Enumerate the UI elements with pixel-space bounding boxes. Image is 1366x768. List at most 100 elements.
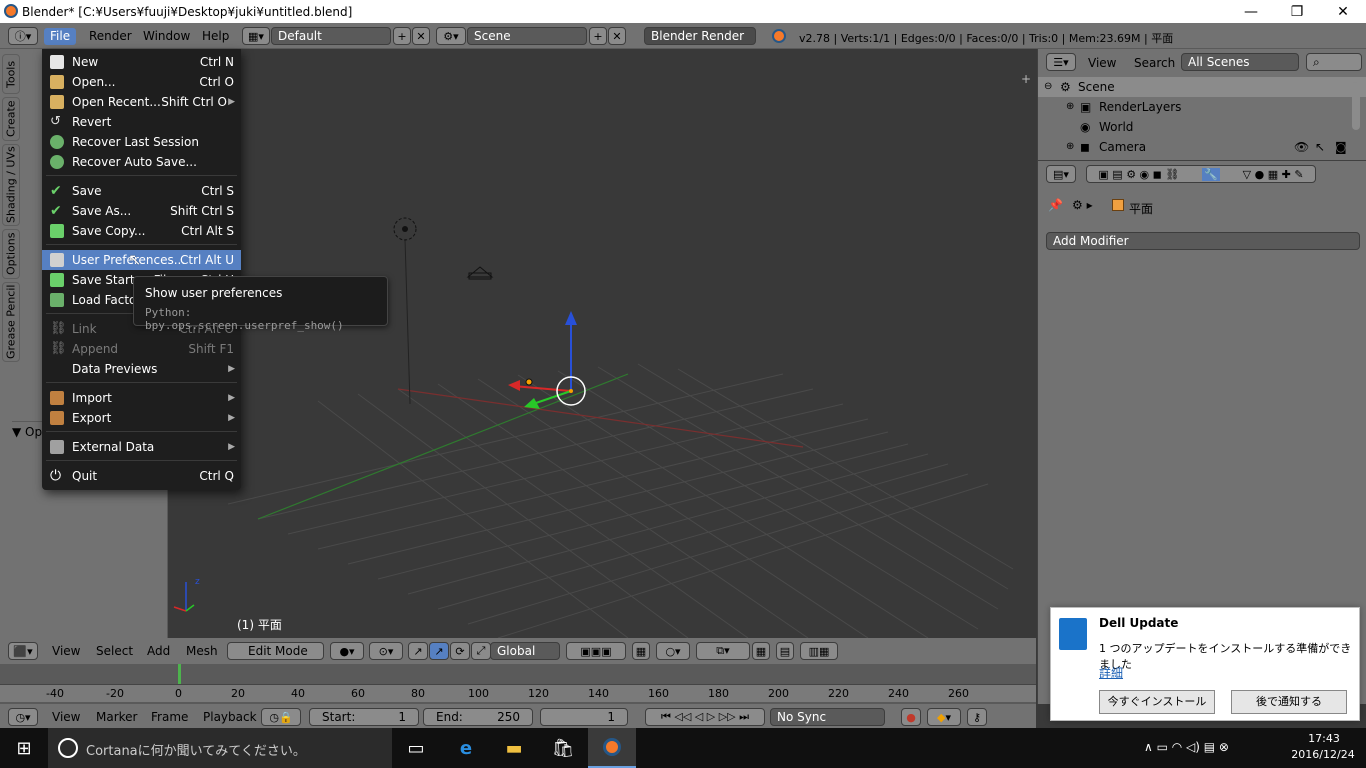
menu-item-save-copy[interactable]: Save Copy... Ctrl Alt S	[42, 221, 241, 241]
menu-select[interactable]: Select	[96, 644, 133, 658]
menu-item-open-recent[interactable]: Open Recent... Shift Ctrl O ▶	[42, 92, 241, 112]
tray-icons[interactable]: ∧ ▭ ◠ ◁) ▤ ⊗	[1144, 740, 1229, 754]
screen-layout-field[interactable]: Default	[271, 27, 391, 45]
start-frame-field[interactable]: Start: 1	[309, 708, 419, 726]
scene-field[interactable]: Scene	[467, 27, 587, 45]
translate-icon[interactable]: ↗	[429, 642, 449, 660]
viewport-shading-icon[interactable]: ●▾	[330, 642, 364, 660]
menu-help[interactable]: Help	[196, 28, 235, 45]
menu-view[interactable]: View	[52, 710, 80, 724]
restore-button[interactable]: ❐	[1274, 0, 1320, 23]
current-frame-field[interactable]: 1	[540, 708, 628, 726]
outliner-row-world[interactable]: ◉ World	[1038, 117, 1366, 137]
menu-mesh[interactable]: Mesh	[186, 644, 218, 658]
manipulator-toggle-icon[interactable]: ↗	[408, 642, 428, 660]
sync-mode-select[interactable]: No Sync	[770, 708, 885, 726]
menu-file[interactable]: File	[44, 28, 77, 45]
menu-playback[interactable]: Playback	[203, 710, 257, 724]
mode-select[interactable]: Edit Mode	[227, 642, 324, 660]
outliner-row-camera[interactable]: ⊕ ◼ Camera 👁 ↖ ◙	[1038, 137, 1366, 157]
menu-item-recover-last-session[interactable]: Recover Last Session	[42, 132, 241, 152]
menu-item-revert[interactable]: ↺ Revert	[42, 112, 241, 132]
menu-item-save-as[interactable]: ✔ Save As... Shift Ctrl S	[42, 201, 241, 221]
edge-browser-icon[interactable]: e	[442, 728, 490, 768]
editor-type-properties-icon[interactable]: ▤▾	[1046, 165, 1076, 183]
search-icon[interactable]: ⌕	[1306, 53, 1362, 71]
tab-create[interactable]: Create	[2, 97, 20, 141]
pin-icon[interactable]: 📌	[1048, 198, 1063, 212]
menu-item-export[interactable]: Export ▶	[42, 408, 241, 428]
close-button[interactable]: ✕	[1320, 0, 1366, 23]
editor-type-3d-icon[interactable]: ⬛▾	[8, 642, 38, 660]
timeline-area[interactable]	[0, 664, 1036, 684]
menu-item-open[interactable]: Open... Ctrl O	[42, 72, 241, 92]
menu-item-import[interactable]: Import ▶	[42, 388, 241, 408]
minimize-button[interactable]: —	[1228, 0, 1274, 23]
outliner-filter-select[interactable]: All Scenes	[1181, 53, 1299, 71]
tab-options[interactable]: Options	[2, 229, 20, 279]
occlude-icon[interactable]: ▦	[632, 642, 650, 660]
remove-scene-icon[interactable]: ✕	[608, 27, 626, 45]
add-modifier-select[interactable]: Add Modifier	[1046, 232, 1360, 250]
pivot-point-icon[interactable]: ⊙▾	[369, 642, 403, 660]
menu-view[interactable]: View	[52, 644, 80, 658]
menu-item-external-data[interactable]: External Data ▶	[42, 437, 241, 457]
menu-search[interactable]: Search	[1134, 56, 1175, 70]
menu-item-new[interactable]: New Ctrl N	[42, 52, 241, 72]
screen-layout-icon[interactable]: ▦▾	[242, 27, 270, 45]
menu-render[interactable]: Render	[83, 28, 138, 45]
windows-start-icon[interactable]: ⊞	[0, 728, 48, 768]
render-engine-select[interactable]: Blender Render	[644, 27, 756, 45]
proportional-edit-icon[interactable]: ○▾	[656, 642, 690, 660]
playback-controls[interactable]: ⏮ ◁◁ ◁ ▷ ▷▷ ⏭	[645, 708, 765, 726]
clock-date[interactable]: 2016/12/24	[1290, 748, 1356, 761]
outliner-row-renderlayers[interactable]: ⊕ ▣ RenderLayers	[1038, 97, 1366, 117]
menu-item-quit[interactable]: ⏻ Quit Ctrl Q	[42, 466, 241, 486]
properties-context-tabs[interactable]: ▣ ▤ ⚙ ◉ ◼ ⛓ 🔧 ▽ ● ▦ ✚ ✎	[1086, 165, 1316, 183]
keyframe-icon[interactable]: ⚷	[967, 708, 987, 726]
dell-update-notification[interactable]: Dell Update 1 つのアップデートをインストールする準備ができました …	[1050, 607, 1360, 721]
add-screen-icon[interactable]: +	[393, 27, 411, 45]
blender-taskbar-icon[interactable]	[588, 728, 636, 768]
menu-item-user-preferences[interactable]: User Preferences... Ctrl Alt U	[42, 250, 241, 270]
install-now-button[interactable]: 今すぐインストール	[1099, 690, 1215, 714]
remind-later-button[interactable]: 後で通知する	[1231, 690, 1347, 714]
add-scene-icon[interactable]: +	[589, 27, 607, 45]
scale-icon[interactable]: ⤢	[471, 642, 491, 660]
clock-time[interactable]: 17:43	[1296, 732, 1352, 745]
viewport-plus-icon[interactable]: +	[1021, 73, 1033, 85]
editor-type-outliner-icon[interactable]: ☰▾	[1046, 53, 1076, 71]
3d-viewport[interactable]: z + (1) 平面	[168, 49, 1036, 638]
editor-type-timeline-icon[interactable]: ◷▾	[8, 708, 38, 726]
opengl-render-icon[interactable]: ▤	[776, 642, 794, 660]
menu-frame[interactable]: Frame	[151, 710, 188, 724]
end-frame-field[interactable]: End: 250	[423, 708, 533, 726]
menu-add[interactable]: Add	[147, 644, 170, 658]
menu-item-save[interactable]: ✔ Save Ctrl S	[42, 181, 241, 201]
file-explorer-icon[interactable]: ▬	[490, 728, 538, 768]
scene-icon[interactable]: ⚙▾	[436, 27, 466, 45]
snap-target-icon[interactable]: ▦	[752, 642, 770, 660]
menu-view[interactable]: View	[1088, 56, 1116, 70]
timeline[interactable]: -40 -20 0 20 40 60 80 100 120 140 160 18…	[0, 664, 1036, 704]
tab-tools[interactable]: Tools	[2, 54, 20, 94]
menu-item-recover-auto-save[interactable]: Recover Auto Save...	[42, 152, 241, 172]
transform-orientation-select[interactable]: Global	[490, 642, 560, 660]
record-icon[interactable]: ●	[901, 708, 921, 726]
operator-panel-header[interactable]: ▼ Op	[12, 425, 42, 439]
current-frame-marker[interactable]	[178, 664, 181, 685]
tab-grease-pencil[interactable]: Grease Pencil	[2, 282, 20, 362]
editor-type-info-icon[interactable]: ⓘ▾	[8, 27, 38, 45]
cortana-search-box[interactable]: Cortanaに何か聞いてみてください。	[48, 728, 392, 768]
render-animation-icon[interactable]: ▥▦	[800, 642, 838, 660]
outliner-scrollbar[interactable]	[1352, 82, 1360, 130]
rotate-icon[interactable]: ⟳	[450, 642, 470, 660]
menu-window[interactable]: Window	[137, 28, 196, 45]
snap-icon[interactable]: ⧉▾	[696, 642, 750, 660]
menu-marker[interactable]: Marker	[96, 710, 137, 724]
store-icon[interactable]: 🛍	[539, 728, 587, 768]
remove-screen-icon[interactable]: ✕	[412, 27, 430, 45]
layer-buttons[interactable]: ▣▣▣	[566, 642, 626, 660]
menu-item-data-previews[interactable]: Data Previews ▶	[42, 359, 241, 379]
keying-set-icon[interactable]: ◆ ▾	[927, 708, 961, 726]
